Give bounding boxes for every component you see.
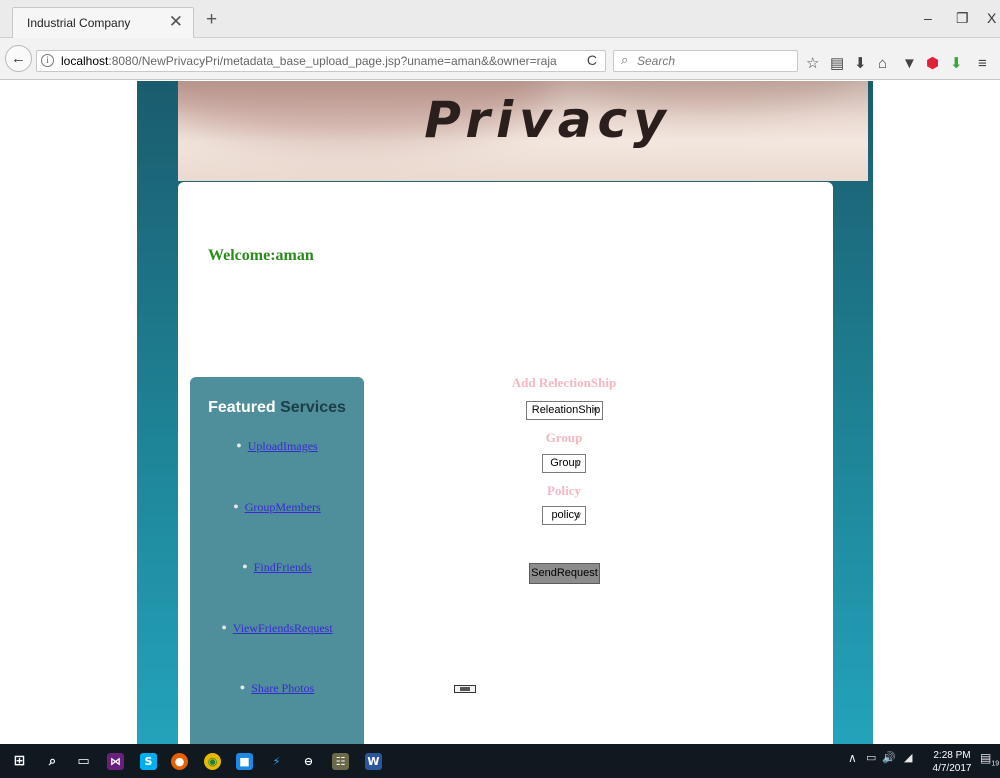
sidebar-item-groupmembers: ● GroupMembers (190, 500, 364, 515)
firefox-icon[interactable]: ● (171, 753, 188, 770)
download-icon[interactable]: ⬇ (854, 56, 867, 71)
url-host: localhost (61, 54, 109, 68)
chevron-down-icon: ∨ (575, 510, 582, 520)
web-page: Privacy Welcome:aman Featured Services ●… (0, 81, 1000, 744)
back-arrow-icon: ← (11, 50, 26, 67)
addon-icon[interactable]: ⬇ (950, 56, 963, 71)
featured-services-sidebar: Featured Services ● UploadImages ● GroupMe… (190, 377, 364, 744)
system-clock[interactable]: 2:28 PM 4/7/2017 (926, 749, 978, 775)
app-icon-2[interactable]: ☷ (332, 753, 349, 770)
tab-bar: Industrial Company ✕ + – ❐ X (0, 0, 1000, 38)
url-text: localhost:8080/NewPrivacyPri/metadata_ba… (61, 54, 557, 68)
search-icon: ⌕ (621, 52, 629, 67)
pocket-icon[interactable]: ▼ (902, 56, 917, 71)
banner-title: Privacy (424, 91, 672, 149)
minimize-icon[interactable]: – (924, 10, 932, 26)
star-icon[interactable]: ☆ (806, 56, 819, 71)
group-members-link[interactable]: GroupMembers (245, 500, 321, 514)
chevron-down-icon: ∨ (592, 405, 599, 415)
navigation-bar: ← i localhost:8080/NewPrivacyPri/metadat… (0, 38, 1000, 80)
tab-title: Industrial Company (27, 16, 131, 30)
word-icon[interactable]: W (365, 753, 382, 770)
upload-images-link[interactable]: UploadImages (248, 439, 318, 453)
taskbar: ⊞ ⌕ ▭ ⋈ S ● ◉ ■ ⚡ ⊖ ☷ W ∧ ▭ 🔊 ◢ 2:28 PM … (0, 744, 1000, 778)
visual-studio-icon[interactable]: ⋈ (107, 753, 124, 770)
heading-featured: Featured (208, 399, 276, 416)
find-friends-link[interactable]: FindFriends (254, 560, 312, 574)
app-icon[interactable]: ■ (236, 753, 253, 770)
clock-time: 2:28 PM (933, 750, 971, 761)
bullet-icon: ● (239, 682, 246, 692)
marquee-scroll-widget[interactable] (454, 685, 476, 693)
search-icon[interactable]: ⌕ (44, 753, 61, 770)
info-icon[interactable]: i (41, 54, 54, 67)
skype-icon[interactable]: S (140, 753, 157, 770)
reload-icon[interactable]: C (587, 52, 597, 68)
sidebar-heading: Featured Services (190, 399, 364, 417)
bullet-icon: ● (233, 501, 239, 511)
notification-icon[interactable]: ▤19 (980, 751, 999, 767)
address-bar[interactable]: i localhost:8080/NewPrivacyPri/metadata_… (36, 50, 606, 72)
menu-icon[interactable]: ≡ (978, 56, 987, 71)
share-photos-link[interactable]: Share Photos (251, 681, 314, 695)
close-window-icon[interactable]: X (987, 10, 996, 26)
clock-date: 4/7/2017 (932, 763, 972, 774)
group-select[interactable]: Group ∨ (542, 454, 586, 473)
sidebar-item-viewfriendsrequest: ● ViewFriendsRequest (190, 621, 364, 636)
sidebar-item-findfriends: ● FindFriends (190, 560, 364, 575)
bullet-icon: ● (236, 440, 242, 450)
new-tab-icon[interactable]: + (206, 9, 217, 31)
content-panel: Welcome:aman Featured Services ● UploadIm… (178, 182, 833, 744)
reading-list-icon[interactable]: ▤ (830, 56, 844, 71)
chevron-down-icon: ∨ (575, 458, 582, 468)
notification-count: 19 (991, 760, 1000, 768)
policy-select[interactable]: policy ∨ (542, 506, 586, 525)
battery-icon[interactable]: ▭ (866, 751, 876, 764)
shield-icon[interactable]: ⬢ (926, 56, 939, 71)
flash-icon[interactable]: ⚡ (268, 753, 285, 770)
relationship-label: Add RelectionShip (511, 375, 617, 390)
wifi-icon[interactable]: ◢ (904, 751, 912, 764)
tab-close-icon[interactable]: ✕ (169, 12, 183, 32)
back-button[interactable]: ← (5, 45, 32, 72)
privacy-banner: Privacy (178, 81, 868, 181)
windows-start-icon[interactable]: ⊞ (11, 753, 28, 770)
maximize-icon[interactable]: ❐ (956, 10, 969, 27)
browser-tab[interactable]: Industrial Company ✕ (12, 7, 194, 38)
home-icon[interactable]: ⌂ (878, 56, 887, 71)
search-input[interactable]: ⌕ Search (613, 50, 798, 72)
chrome-icon[interactable]: ◉ (204, 753, 221, 770)
welcome-text: Welcome:aman (208, 247, 314, 264)
eclipse-icon[interactable]: ⊖ (300, 753, 317, 770)
search-placeholder: Search (637, 54, 676, 68)
relationship-select[interactable]: ReleationShip ∨ (526, 401, 603, 420)
volume-icon[interactable]: 🔊 (882, 751, 896, 764)
chevron-up-icon[interactable]: ∧ (848, 751, 857, 765)
sidebar-item-sharephotos: ● Share Photos (190, 681, 364, 696)
sidebar-item-uploadimages: ● UploadImages (190, 439, 364, 454)
bullet-icon: ● (242, 561, 248, 571)
group-label: Group (545, 430, 583, 445)
heading-services: Services (280, 399, 346, 416)
view-friends-request-link[interactable]: ViewFriendsRequest (233, 621, 333, 635)
task-view-icon[interactable]: ▭ (75, 753, 92, 770)
relationship-value: ReleationShip (531, 404, 601, 416)
bullet-icon: ● (221, 622, 227, 632)
send-request-button[interactable]: SendRequest (529, 563, 600, 584)
url-path: :8080/NewPrivacyPri/metadata_base_upload… (108, 54, 557, 68)
policy-label: Policy (547, 483, 581, 498)
